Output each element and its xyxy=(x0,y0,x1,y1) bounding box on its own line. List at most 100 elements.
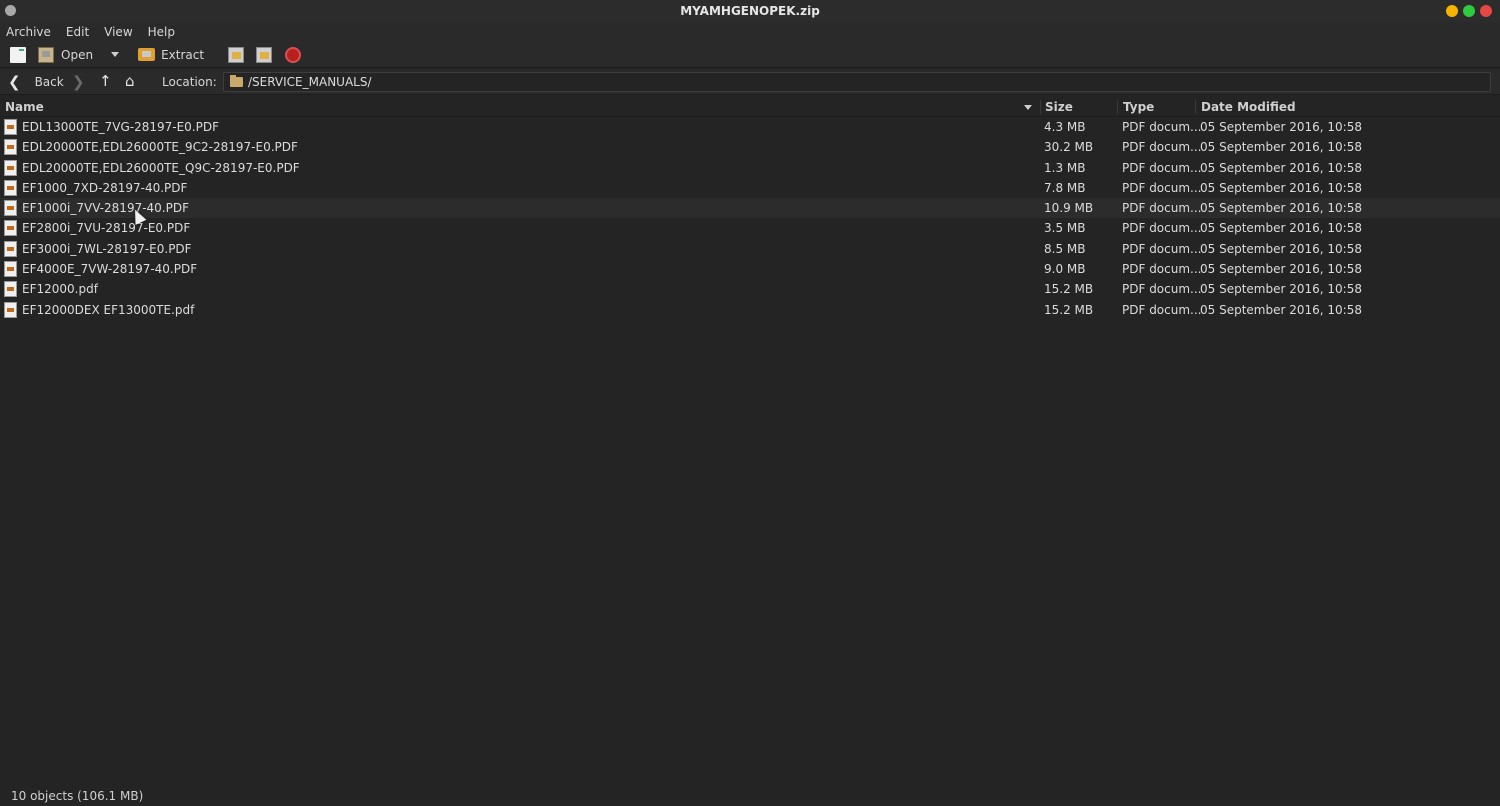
menu-view[interactable]: View xyxy=(104,25,132,39)
file-list: EDL13000TE_7VG-28197-E0.PDF 4.3 MB PDF d… xyxy=(0,117,1500,320)
file-size: 9.0 MB xyxy=(1044,262,1086,277)
extract-button[interactable]: Extract xyxy=(138,44,204,66)
pdf-file-icon xyxy=(4,139,17,156)
extract-icon xyxy=(138,48,156,61)
add-files-button[interactable] xyxy=(228,44,245,66)
column-type-label: Type xyxy=(1123,100,1155,114)
file-type: PDF docum... xyxy=(1122,302,1202,317)
file-row[interactable]: EF1000i_7VV-28197-40.PDF 10.9 MB PDF doc… xyxy=(0,198,1500,219)
up-arrow-icon[interactable]: ↑ xyxy=(99,72,112,90)
column-divider[interactable] xyxy=(1117,100,1118,114)
pdf-file-icon xyxy=(4,301,17,318)
status-bar: 10 objects (106.1 MB) xyxy=(0,786,1500,806)
file-modified: 05 September 2016, 10:58 xyxy=(1200,262,1362,277)
menu-help[interactable]: Help xyxy=(148,25,175,39)
home-icon[interactable]: ⌂ xyxy=(125,72,135,90)
forward-arrow-icon[interactable]: ❯ xyxy=(72,73,85,91)
file-row[interactable]: EF1000_7XD-28197-40.PDF 7.8 MB PDF docum… xyxy=(0,178,1500,198)
file-row[interactable]: EDL20000TE,EDL26000TE_9C2-28197-E0.PDF 3… xyxy=(0,137,1500,157)
stop-button[interactable] xyxy=(285,44,302,66)
column-divider[interactable] xyxy=(1195,100,1196,114)
file-size: 10.9 MB xyxy=(1044,201,1094,216)
toolbar: Open Extract xyxy=(0,42,1500,68)
menu-bar: Archive Edit View Help xyxy=(0,22,1500,42)
column-name-label: Name xyxy=(5,100,44,114)
file-size: 7.8 MB xyxy=(1044,180,1086,195)
file-size: 3.5 MB xyxy=(1044,221,1086,236)
extract-label: Extract xyxy=(161,47,205,62)
new-archive-icon xyxy=(10,46,26,63)
new-archive-button[interactable] xyxy=(10,44,26,66)
file-type: PDF docum... xyxy=(1122,160,1202,175)
pdf-file-icon xyxy=(4,159,17,176)
open-button[interactable]: Open xyxy=(38,44,93,66)
file-row[interactable]: EF12000.pdf 15.2 MB PDF docum... 05 Sept… xyxy=(0,279,1500,299)
file-type: PDF docum... xyxy=(1122,241,1202,256)
file-name: EF1000i_7VV-28197-40.PDF xyxy=(22,201,190,216)
close-button[interactable] xyxy=(1480,5,1492,17)
sort-descending-icon xyxy=(1024,105,1032,110)
pdf-file-icon xyxy=(4,261,17,278)
file-name: EF2800i_7VU-28197-E0.PDF xyxy=(22,221,191,236)
column-date-modified[interactable]: Date Modified xyxy=(1201,97,1401,117)
file-size: 1.3 MB xyxy=(1044,160,1086,175)
menu-edit[interactable]: Edit xyxy=(66,25,89,39)
file-modified: 05 September 2016, 10:58 xyxy=(1200,221,1362,236)
pdf-file-icon xyxy=(4,119,17,135)
column-name[interactable]: Name xyxy=(5,97,1035,117)
column-type[interactable]: Type xyxy=(1123,97,1193,117)
status-text: 10 objects (106.1 MB) xyxy=(11,789,144,803)
folder-icon xyxy=(230,75,243,87)
file-modified: 05 September 2016, 10:58 xyxy=(1200,140,1362,155)
open-label: Open xyxy=(61,47,94,62)
location-field[interactable]: /SERVICE_MANUALS/ xyxy=(223,72,1491,92)
file-row[interactable]: EF3000i_7WL-28197-E0.PDF 8.5 MB PDF docu… xyxy=(0,239,1500,259)
minimize-button[interactable] xyxy=(1446,5,1458,17)
add-folder-button[interactable] xyxy=(256,44,273,66)
file-row[interactable]: EF12000DEX EF13000TE.pdf 15.2 MB PDF doc… xyxy=(0,300,1500,320)
file-size: 30.2 MB xyxy=(1044,140,1094,155)
file-modified: 05 September 2016, 10:58 xyxy=(1200,160,1362,175)
file-name: EF1000_7XD-28197-40.PDF xyxy=(22,180,188,195)
location-label: Location: xyxy=(162,75,217,89)
file-row[interactable]: EDL13000TE_7VG-28197-E0.PDF 4.3 MB PDF d… xyxy=(0,117,1500,137)
column-size[interactable]: Size xyxy=(1045,97,1115,117)
stop-icon xyxy=(285,46,302,63)
file-type: PDF docum... xyxy=(1122,180,1202,195)
maximize-button[interactable] xyxy=(1463,5,1475,17)
file-modified: 05 September 2016, 10:58 xyxy=(1200,120,1362,134)
pdf-file-icon xyxy=(4,240,17,257)
file-name: EF4000E_7VW-28197-40.PDF xyxy=(22,262,198,277)
file-type: PDF docum... xyxy=(1122,120,1202,134)
window-controls xyxy=(1446,5,1492,17)
back-button[interactable]: ❮ Back xyxy=(8,71,64,93)
column-divider[interactable] xyxy=(1040,100,1041,114)
file-row[interactable]: EF2800i_7VU-28197-E0.PDF 3.5 MB PDF docu… xyxy=(0,218,1500,238)
open-dropdown-button[interactable] xyxy=(111,44,120,66)
column-size-label: Size xyxy=(1045,100,1073,114)
file-name: EDL20000TE,EDL26000TE_9C2-28197-E0.PDF xyxy=(22,140,298,155)
file-modified: 05 September 2016, 10:58 xyxy=(1200,241,1362,256)
file-row[interactable]: EF4000E_7VW-28197-40.PDF 9.0 MB PDF docu… xyxy=(0,259,1500,279)
location-bar: ❮ Back ❯ ↑ ⌂ Location: /SERVICE_MANUALS/ xyxy=(0,69,1500,95)
window-title: MYAMHGENOPEK.zip xyxy=(680,4,820,18)
column-date-label: Date Modified xyxy=(1201,100,1296,114)
file-row[interactable]: EDL20000TE,EDL26000TE_Q9C-28197-E0.PDF 1… xyxy=(0,158,1500,178)
open-icon xyxy=(38,46,54,63)
file-modified: 05 September 2016, 10:58 xyxy=(1200,201,1362,216)
file-size: 8.5 MB xyxy=(1044,241,1086,256)
pdf-file-icon xyxy=(4,281,17,298)
chevron-down-icon xyxy=(111,52,120,57)
file-type: PDF docum... xyxy=(1122,262,1202,277)
menu-archive[interactable]: Archive xyxy=(6,25,51,39)
back-label: Back xyxy=(34,75,64,89)
pdf-file-icon xyxy=(4,200,17,217)
window-menu-button[interactable] xyxy=(5,5,16,16)
title-bar: MYAMHGENOPEK.zip xyxy=(0,0,1500,22)
file-type: PDF docum... xyxy=(1122,282,1202,297)
file-size: 15.2 MB xyxy=(1044,282,1094,297)
pdf-file-icon xyxy=(4,179,17,196)
file-name: EF3000i_7WL-28197-E0.PDF xyxy=(22,241,192,256)
file-name: EF12000DEX EF13000TE.pdf xyxy=(22,302,195,317)
back-arrow-icon: ❮ xyxy=(8,73,21,91)
